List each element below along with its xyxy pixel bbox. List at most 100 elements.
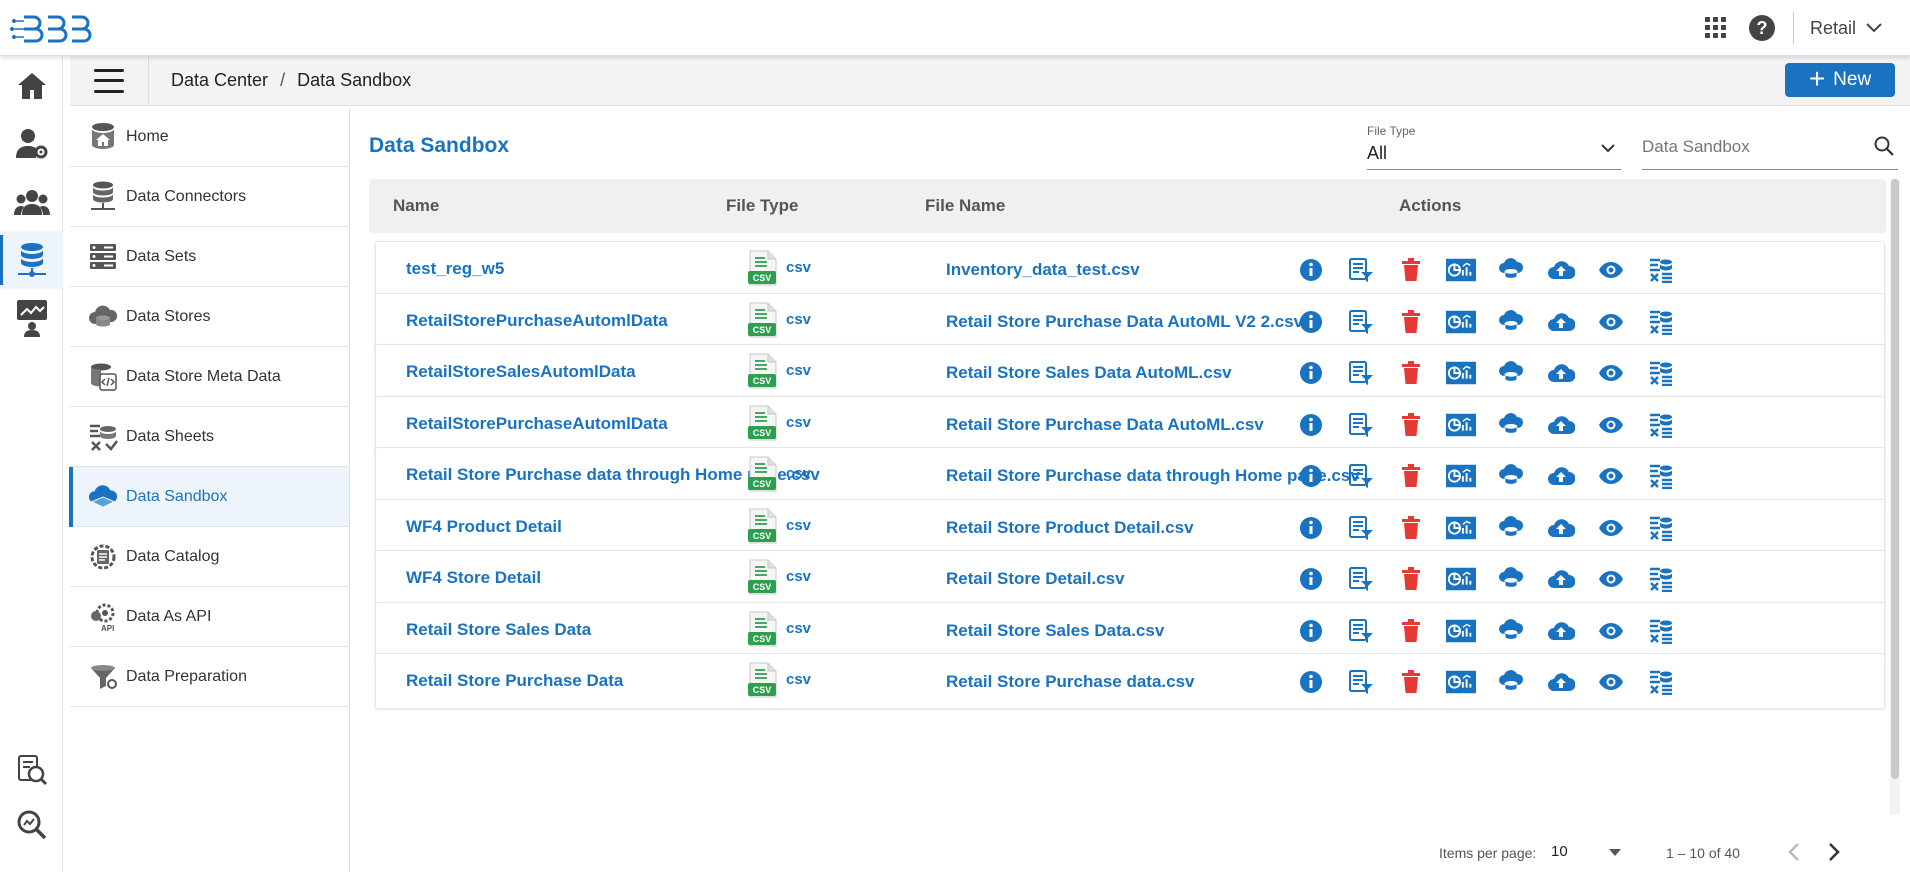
view-eye-icon[interactable] bbox=[1596, 255, 1626, 285]
doc-filter-icon[interactable] bbox=[1346, 461, 1376, 491]
subnav-item-data-stores[interactable]: Data Stores bbox=[70, 287, 349, 347]
data-clear-icon[interactable] bbox=[1646, 461, 1676, 491]
help-icon[interactable]: ? bbox=[1747, 13, 1777, 43]
delete-icon[interactable] bbox=[1396, 255, 1426, 285]
subnav-item-home[interactable]: Home bbox=[70, 107, 349, 167]
column-file-type[interactable]: File Type bbox=[726, 196, 798, 216]
data-clear-icon[interactable] bbox=[1646, 255, 1676, 285]
row-file-name-link[interactable]: Retail Store Purchase Data AutoML.csv bbox=[946, 415, 1264, 435]
analytics-icon[interactable] bbox=[1446, 255, 1476, 285]
data-clear-icon[interactable] bbox=[1646, 564, 1676, 594]
upload-cloud-icon[interactable] bbox=[1546, 461, 1576, 491]
analytics-icon[interactable] bbox=[1446, 513, 1476, 543]
row-file-name-link[interactable]: Retail Store Detail.csv bbox=[946, 569, 1125, 589]
analytics-icon[interactable] bbox=[1446, 564, 1476, 594]
row-file-name-link[interactable]: Retail Store Product Detail.csv bbox=[946, 518, 1194, 538]
info-icon[interactable] bbox=[1296, 255, 1326, 285]
row-file-name-link[interactable]: Retail Store Sales Data.csv bbox=[946, 621, 1164, 641]
subnav-item-data-connectors[interactable]: Data Connectors bbox=[70, 167, 349, 227]
cloud-db-icon[interactable] bbox=[1496, 564, 1526, 594]
upload-cloud-icon[interactable] bbox=[1546, 358, 1576, 388]
next-page-icon[interactable] bbox=[1827, 841, 1841, 863]
previous-page-icon[interactable] bbox=[1787, 841, 1801, 863]
analytics-icon[interactable] bbox=[1446, 358, 1476, 388]
view-eye-icon[interactable] bbox=[1596, 461, 1626, 491]
view-eye-icon[interactable] bbox=[1596, 513, 1626, 543]
doc-filter-icon[interactable] bbox=[1346, 358, 1376, 388]
upload-cloud-icon[interactable] bbox=[1546, 564, 1576, 594]
subnav-item-data-sandbox[interactable]: Data Sandbox bbox=[69, 467, 349, 527]
subnav-item-data-sheets[interactable]: Data Sheets bbox=[70, 407, 349, 467]
delete-icon[interactable] bbox=[1396, 513, 1426, 543]
row-file-name-link[interactable]: Retail Store Purchase Data AutoML V2 2.c… bbox=[946, 312, 1303, 332]
info-icon[interactable] bbox=[1296, 564, 1326, 594]
row-name-link[interactable]: WF4 Product Detail bbox=[406, 517, 562, 537]
delete-icon[interactable] bbox=[1396, 358, 1426, 388]
upload-cloud-icon[interactable] bbox=[1546, 307, 1576, 337]
analytics-icon[interactable] bbox=[1446, 616, 1476, 646]
row-name-link[interactable]: Retail Store Purchase Data bbox=[406, 671, 623, 691]
rail-database-icon[interactable] bbox=[0, 231, 63, 289]
info-icon[interactable] bbox=[1296, 667, 1326, 697]
row-name-link[interactable]: RetailStoreSalesAutomlData bbox=[406, 362, 636, 382]
row-name-link[interactable]: RetailStorePurchaseAutomlData bbox=[406, 414, 668, 434]
cloud-db-icon[interactable] bbox=[1496, 667, 1526, 697]
subnav-item-data-store-meta-data[interactable]: Data Store Meta Data bbox=[70, 347, 349, 407]
view-eye-icon[interactable] bbox=[1596, 616, 1626, 646]
cloud-db-icon[interactable] bbox=[1496, 255, 1526, 285]
info-icon[interactable] bbox=[1296, 358, 1326, 388]
scrollbar-thumb[interactable] bbox=[1891, 179, 1899, 779]
apps-grid-icon[interactable] bbox=[1701, 13, 1731, 43]
row-name-link[interactable]: RetailStorePurchaseAutomlData bbox=[406, 311, 668, 331]
upload-cloud-icon[interactable] bbox=[1546, 513, 1576, 543]
doc-filter-icon[interactable] bbox=[1346, 616, 1376, 646]
view-eye-icon[interactable] bbox=[1596, 307, 1626, 337]
menu-toggle-icon[interactable] bbox=[94, 68, 124, 93]
rail-dashboard-user-icon[interactable] bbox=[0, 289, 63, 347]
rail-group-icon[interactable] bbox=[0, 173, 63, 231]
delete-icon[interactable] bbox=[1396, 564, 1426, 594]
cloud-db-icon[interactable] bbox=[1496, 410, 1526, 440]
subnav-item-data-catalog[interactable]: Data Catalog bbox=[70, 527, 349, 587]
breadcrumb-data-center[interactable]: Data Center bbox=[171, 70, 268, 91]
info-icon[interactable] bbox=[1296, 461, 1326, 491]
search-input[interactable] bbox=[1642, 134, 1852, 160]
doc-filter-icon[interactable] bbox=[1346, 564, 1376, 594]
analytics-icon[interactable] bbox=[1446, 410, 1476, 440]
cloud-db-icon[interactable] bbox=[1496, 461, 1526, 491]
row-file-name-link[interactable]: Inventory_data_test.csv bbox=[946, 260, 1140, 280]
doc-filter-icon[interactable] bbox=[1346, 667, 1376, 697]
items-per-page-select[interactable]: 10 bbox=[1551, 843, 1623, 865]
info-icon[interactable] bbox=[1296, 616, 1326, 646]
doc-filter-icon[interactable] bbox=[1346, 255, 1376, 285]
cloud-db-icon[interactable] bbox=[1496, 307, 1526, 337]
file-type-select[interactable]: File Type All bbox=[1367, 120, 1621, 170]
cloud-db-icon[interactable] bbox=[1496, 358, 1526, 388]
column-name[interactable]: Name bbox=[393, 196, 439, 216]
delete-icon[interactable] bbox=[1396, 667, 1426, 697]
upload-cloud-icon[interactable] bbox=[1546, 410, 1576, 440]
column-file-name[interactable]: File Name bbox=[925, 196, 1005, 216]
row-name-link[interactable]: WF4 Store Detail bbox=[406, 568, 541, 588]
cloud-db-icon[interactable] bbox=[1496, 616, 1526, 646]
data-clear-icon[interactable] bbox=[1646, 307, 1676, 337]
row-file-name-link[interactable]: Retail Store Sales Data AutoML.csv bbox=[946, 363, 1232, 383]
data-clear-icon[interactable] bbox=[1646, 667, 1676, 697]
data-clear-icon[interactable] bbox=[1646, 358, 1676, 388]
account-switcher[interactable]: Retail bbox=[1810, 18, 1882, 39]
brand-logo[interactable] bbox=[10, 12, 96, 46]
row-file-name-link[interactable]: Retail Store Purchase data.csv bbox=[946, 672, 1195, 692]
data-clear-icon[interactable] bbox=[1646, 513, 1676, 543]
doc-filter-icon[interactable] bbox=[1346, 410, 1376, 440]
doc-filter-icon[interactable] bbox=[1346, 307, 1376, 337]
info-icon[interactable] bbox=[1296, 410, 1326, 440]
view-eye-icon[interactable] bbox=[1596, 564, 1626, 594]
new-button[interactable]: + New bbox=[1785, 63, 1895, 97]
rail-user-settings-icon[interactable] bbox=[0, 115, 63, 173]
delete-icon[interactable] bbox=[1396, 616, 1426, 646]
doc-filter-icon[interactable] bbox=[1346, 513, 1376, 543]
rail-search-doc-icon[interactable] bbox=[0, 741, 63, 799]
search-icon[interactable] bbox=[1874, 136, 1894, 156]
cloud-db-icon[interactable] bbox=[1496, 513, 1526, 543]
info-icon[interactable] bbox=[1296, 307, 1326, 337]
